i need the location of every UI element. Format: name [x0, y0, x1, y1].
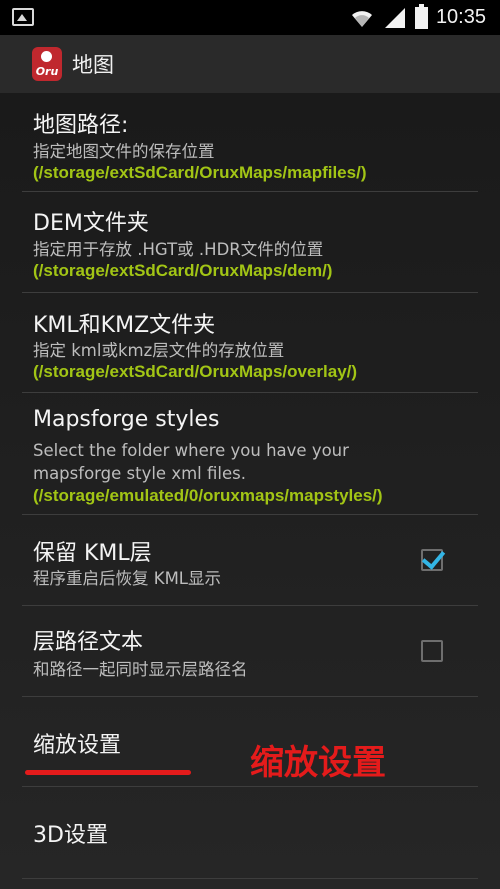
page-title: 地图: [72, 53, 114, 77]
pref-title: 保留 KML层: [33, 541, 152, 566]
pref-summary-line1: Select the folder where you have your: [33, 441, 349, 460]
status-right: 10:35: [349, 3, 486, 30]
app-icon-text: Oru: [35, 65, 59, 78]
status-clock: 10:35: [435, 6, 486, 28]
annotation-label: 缩放设置: [250, 743, 386, 783]
pref-path: (/storage/extSdCard/OruxMaps/dem/): [33, 261, 333, 280]
pref-title: Mapsforge styles: [33, 407, 220, 432]
pref-path: (/storage/emulated/0/oruxmaps/mapstyles/…: [33, 486, 383, 505]
image-icon: [12, 8, 34, 26]
pref-summary-line2: mapsforge style xml files.: [33, 464, 246, 483]
app-logo-icon[interactable]: Oru: [32, 47, 62, 81]
pref-3d-settings[interactable]: 3D设置: [22, 787, 478, 879]
pref-title: KML和KMZ文件夹: [33, 313, 216, 338]
battery-icon: [414, 3, 428, 29]
pref-title: DEM文件夹: [33, 211, 149, 236]
pref-mapsforge-styles[interactable]: Mapsforge styles Select the folder where…: [22, 393, 478, 515]
status-bar: 10:35: [0, 0, 500, 35]
pref-path: (/storage/extSdCard/OruxMaps/overlay/): [33, 362, 358, 381]
pref-summary: 和路径一起同时显示层路径名: [33, 660, 248, 679]
pref-keep-kml-layer[interactable]: 保留 KML层 程序重启后恢复 KML显示: [22, 515, 478, 606]
pref-summary: 指定用于存放 .HGT或 .HDR文件的位置: [33, 240, 324, 259]
pref-summary: 指定 kml或kmz层文件的存放位置: [33, 341, 285, 360]
pref-title: 层路径文本: [33, 630, 144, 655]
keep-kml-checkbox[interactable]: [421, 549, 443, 571]
pref-map-path[interactable]: 地图路径: 指定地图文件的保存位置 (/storage/extSdCard/Or…: [22, 93, 478, 192]
signal-icon: [384, 7, 405, 28]
annotation-underline: [25, 770, 191, 775]
layer-path-text-checkbox[interactable]: [421, 640, 443, 662]
pref-dem-folder[interactable]: DEM文件夹 指定用于存放 .HGT或 .HDR文件的位置 (/storage/…: [22, 192, 478, 293]
pref-title: 地图路径:: [33, 113, 129, 138]
pref-kml-folder[interactable]: KML和KMZ文件夹 指定 kml或kmz层文件的存放位置 (/storage/…: [22, 293, 478, 393]
pref-summary: 指定地图文件的保存位置: [33, 142, 215, 161]
pref-title: 缩放设置: [33, 733, 122, 758]
wifi-icon: [351, 10, 372, 27]
action-bar: Oru 地图: [0, 35, 500, 93]
pref-path: (/storage/extSdCard/OruxMaps/mapfiles/): [33, 163, 367, 182]
pref-summary: 程序重启后恢复 KML显示: [33, 569, 221, 588]
pref-title: 3D设置: [33, 823, 108, 848]
pref-layer-path-text[interactable]: 层路径文本 和路径一起同时显示层路径名: [22, 606, 478, 697]
